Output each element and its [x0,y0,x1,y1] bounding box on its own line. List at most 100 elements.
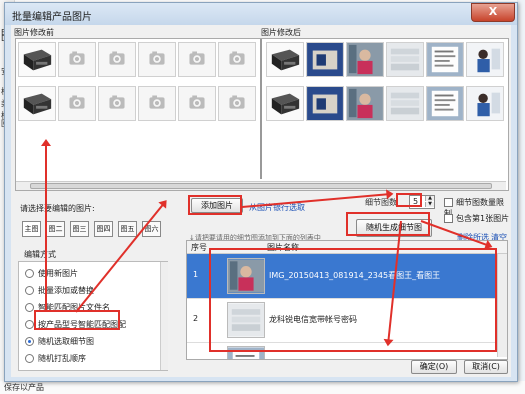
thumbnail-cell[interactable] [386,42,424,77]
placeholder-image [139,87,175,120]
thumbnail-cell[interactable] [18,86,56,121]
background-status-text: 保存以产品 [4,383,44,392]
thumbnail-cell[interactable] [266,42,304,77]
image-tab[interactable]: 主图 [22,221,41,237]
radio-button[interactable] [25,354,34,363]
radio-button[interactable] [25,269,34,278]
horizontal-scrollbar[interactable] [16,181,506,190]
thumbnail-cell[interactable] [466,86,504,121]
edit-mode-option[interactable]: 使用新图片 [25,268,78,279]
thumbnail-cell[interactable] [426,42,464,77]
thumbnail-panel [15,38,509,191]
placeholder-image [139,43,175,76]
placeholder-image [99,43,135,76]
placeholder-image [179,43,215,76]
photo-scene-image [347,87,383,120]
thumbnail-cell[interactable] [306,86,344,121]
photo-person-image [467,87,503,120]
thumbnail-cell[interactable] [98,86,136,121]
row-index: 3 [193,358,198,359]
thumbnail-cell[interactable] [346,42,384,77]
photo-doc-image [427,87,463,120]
highlight-random-detail-mode [34,310,120,330]
edit-mode-option[interactable]: 随机打乱顺序 [25,353,86,364]
thumbnail-cell[interactable] [98,42,136,77]
cancel-button[interactable]: 取消(C) [464,360,508,374]
thumbnail-cell[interactable] [426,86,464,121]
thumbnail-cell[interactable] [218,86,256,121]
photo-white-image [387,43,423,76]
edit-mode-label: 编辑方式 [24,250,56,259]
placeholder-image [219,87,255,120]
panel-divider [260,39,262,179]
spin-down-icon[interactable]: ▼ [425,202,434,207]
edit-mode-option[interactable]: 随机选取细节图 [25,336,94,347]
product-image [19,43,55,76]
highlight-detail-list [209,248,497,352]
thumbnail-cell[interactable] [58,86,96,121]
placeholder-image [59,43,95,76]
highlight-add-image [188,195,242,215]
thumbnail-cell[interactable] [218,42,256,77]
product-image [267,87,303,120]
thumbnail-cell[interactable] [386,86,424,121]
thumbnail-cell[interactable] [138,86,176,121]
mode-list-scrollbar[interactable] [160,262,168,370]
thumbnail-cell[interactable] [18,42,56,77]
image-tab[interactable]: 图三 [70,221,89,237]
row-index: 1 [193,270,199,279]
placeholder-image [99,87,135,120]
background-window-right-edge [517,0,525,394]
thumbnail-cell[interactable] [266,86,304,121]
detail-limit-checkbox[interactable] [444,198,453,207]
include-first-label: 包含第1张图片 [456,214,510,223]
photo-doc-image [427,43,463,76]
thumbnail-cell[interactable] [466,42,504,77]
photo-blue-image [307,43,343,76]
product-image [267,43,303,76]
radio-button[interactable] [25,286,34,295]
include-first-option[interactable]: 包含第1张图片 [444,213,509,224]
edit-mode-option[interactable]: 批量添加或替换 [25,285,94,296]
background-status-bar: 保存以产品 [0,381,525,394]
edit-options-panel: 请选择要编辑的图片: 主图 图二 图三 图四 图五 图六 编辑方式 使用新图片 批量添加或替… [18,197,176,371]
placeholder-image [219,43,255,76]
product-image [19,87,55,120]
edit-mode-label-text: 随机打乱顺序 [38,354,86,363]
after-panel-label: 图片修改后 [261,28,301,37]
before-panel-label: 图片修改前 [14,28,54,37]
image-tab[interactable]: 图四 [94,221,113,237]
thumbnail-cell[interactable] [178,86,216,121]
thumbnail-cell[interactable] [178,42,216,77]
placeholder-image [179,87,215,120]
photo-blue-image [307,87,343,120]
include-first-checkbox[interactable] [444,214,453,223]
row-index: 2 [193,314,199,323]
row-image-name: 探测仕质 [269,358,301,359]
image-tab[interactable]: 图五 [118,221,137,237]
thumbnail-cell[interactable] [138,42,176,77]
highlight-detail-count [396,193,422,207]
radio-button[interactable] [25,303,34,312]
ok-button[interactable]: 确定(O) [411,360,457,374]
title-bar: 批量编辑产品图片 X [5,3,517,25]
edit-mode-label-text: 使用新图片 [38,269,78,278]
select-image-prompt: 请选择要编辑的图片: [20,204,95,213]
thumbnail-cell[interactable] [58,42,96,77]
column-index: 序号 [191,243,207,252]
radio-button[interactable] [25,337,34,346]
thumbnail-cell[interactable] [306,42,344,77]
thumbnail-cell[interactable] [346,86,384,121]
dialog-title: 批量编辑产品图片 [12,12,92,23]
scrollbar-thumb[interactable] [30,183,492,189]
photo-scene-image [347,43,383,76]
edit-mode-label-text: 随机选取细节图 [38,337,94,346]
highlight-generate-button [346,212,430,236]
image-tab[interactable]: 图二 [46,221,65,237]
placeholder-image [59,87,95,120]
photo-white-image [387,87,423,120]
close-button[interactable]: X [471,3,515,22]
table-scrollbar[interactable] [497,254,507,357]
radio-button[interactable] [25,320,34,329]
photo-person-image [467,43,503,76]
